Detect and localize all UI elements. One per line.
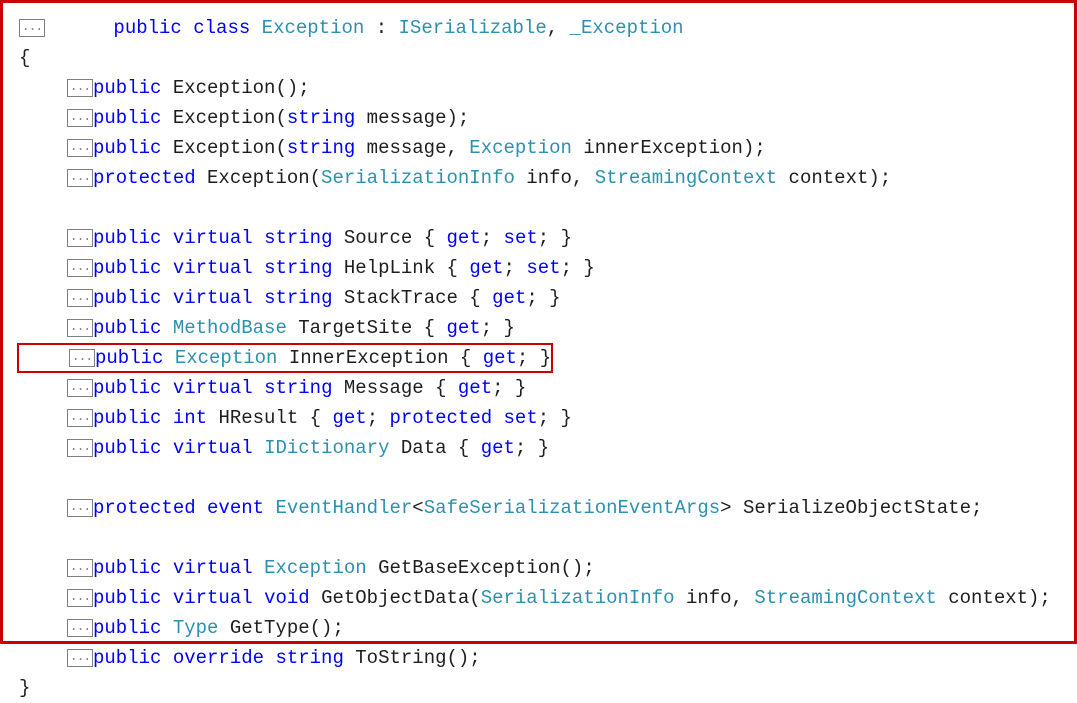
fold-icon[interactable]: ... <box>69 349 95 367</box>
fold-icon[interactable]: ... <box>67 319 93 337</box>
code-text: public Exception InnerException { get; } <box>95 343 551 373</box>
fold-icon[interactable]: ... <box>67 259 93 277</box>
fold-icon[interactable]: ... <box>67 409 93 427</box>
fold-icon[interactable]: ... <box>67 169 93 187</box>
fold-icon[interactable]: ... <box>67 439 93 457</box>
code-text: public virtual string StackTrace { get; … <box>93 283 561 313</box>
code-text: protected event EventHandler<SafeSeriali… <box>93 493 982 523</box>
code-line: ...public virtual IDictionary Data { get… <box>19 433 1058 463</box>
code-line: ...public Exception(); <box>19 73 1058 103</box>
code-text: public Type GetType(); <box>93 613 344 643</box>
class-declaration-line: ... public class Exception : ISerializab… <box>19 13 1058 43</box>
code-text: public Exception(string message); <box>93 103 469 133</box>
code-line: ...public virtual string Source { get; s… <box>19 223 1058 253</box>
fold-icon[interactable]: ... <box>67 589 93 607</box>
fold-icon[interactable]: ... <box>67 559 93 577</box>
code-text: public virtual IDictionary Data { get; } <box>93 433 549 463</box>
event-line: ... protected event EventHandler<SafeSer… <box>19 493 1058 523</box>
code-line: ...public virtual string HelpLink { get;… <box>19 253 1058 283</box>
blank-line <box>19 193 1058 223</box>
fold-icon[interactable]: ... <box>67 229 93 247</box>
code-text: public virtual string Message { get; } <box>93 373 526 403</box>
code-container: ... public class Exception : ISerializab… <box>0 0 1077 644</box>
code-text: public Exception(); <box>93 73 310 103</box>
code-text: public Exception(string message, Excepti… <box>93 133 766 163</box>
code-text: public virtual string Source { get; set;… <box>93 223 572 253</box>
fold-icon[interactable]: ... <box>67 379 93 397</box>
code-line: ...public virtual Exception GetBaseExcep… <box>19 553 1058 583</box>
blank-line <box>19 463 1058 493</box>
code-line: ...public virtual string Message { get; … <box>19 373 1058 403</box>
code-line: ...public Exception(string message); <box>19 103 1058 133</box>
code-line: ...public Exception(string message, Exce… <box>19 133 1058 163</box>
code-text: public int HResult { get; protected set;… <box>93 403 572 433</box>
code-text: public virtual void GetObjectData(Serial… <box>93 583 1051 613</box>
fold-icon[interactable]: ... <box>67 499 93 517</box>
code-text: public class Exception : ISerializable, … <box>45 0 684 73</box>
fold-icon[interactable]: ... <box>67 289 93 307</box>
fold-icon[interactable]: ... <box>67 109 93 127</box>
fold-icon[interactable]: ... <box>67 619 93 637</box>
code-text: public override string ToString(); <box>93 643 481 673</box>
code-line: ...public int HResult { get; protected s… <box>19 403 1058 433</box>
code-text: public virtual Exception GetBaseExceptio… <box>93 553 595 583</box>
code-line: ...public MethodBase TargetSite { get; } <box>19 313 1058 343</box>
blank-line <box>19 523 1058 553</box>
code-line: ...protected Exception(SerializationInfo… <box>19 163 1058 193</box>
code-line: ...public virtual void GetObjectData(Ser… <box>19 583 1058 613</box>
fold-icon[interactable]: ... <box>67 139 93 157</box>
highlighted-line: ... public Exception InnerException { ge… <box>17 343 553 373</box>
code-text: public MethodBase TargetSite { get; } <box>93 313 515 343</box>
code-line: ...public virtual string StackTrace { ge… <box>19 283 1058 313</box>
close-brace-line: } <box>19 673 1058 703</box>
code-line: ...public Type GetType(); <box>19 613 1058 643</box>
fold-icon[interactable]: ... <box>67 649 93 667</box>
fold-icon[interactable]: ... <box>67 79 93 97</box>
code-line: ...public override string ToString(); <box>19 643 1058 673</box>
code-text: public virtual string HelpLink { get; se… <box>93 253 595 283</box>
code-text: protected Exception(SerializationInfo in… <box>93 163 891 193</box>
fold-icon[interactable]: ... <box>19 19 45 37</box>
